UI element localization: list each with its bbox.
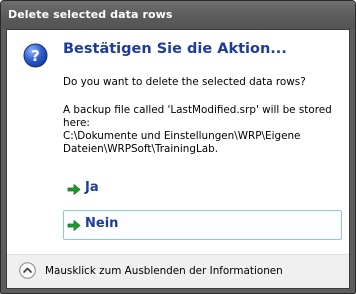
toggle-details-text[interactable]: Mausklick zum Ausblenden der Information…: [45, 265, 283, 277]
details-footer: Mausklick zum Ausblenden der Information…: [7, 254, 349, 288]
yes-command-button[interactable]: Ja: [63, 174, 342, 204]
window-title: Delete selected data rows: [8, 8, 173, 21]
chevron-up-icon[interactable]: [19, 262, 36, 279]
backup-line: here:: [63, 117, 90, 129]
no-command-button[interactable]: Nein: [63, 210, 342, 240]
backup-line: C:\Dokumente und Einstellungen\WRP\Eigen…: [63, 130, 301, 142]
delete-question-text: Do you want to delete the selected data …: [63, 76, 306, 88]
dialog-heading: Bestätigen Sie die Aktion...: [63, 41, 287, 57]
green-arrow-icon: [67, 220, 81, 231]
title-bar[interactable]: Delete selected data rows: [1, 1, 355, 29]
question-icon: ?: [23, 43, 48, 68]
backup-line: Dateien\WRPSoft\TrainingLab.: [63, 143, 219, 155]
dialog-client-area: ? Bestätigen Sie die Aktion... Do you wa…: [6, 29, 350, 289]
no-command-label: Nein: [85, 216, 119, 231]
dialog-main-panel: ? Bestätigen Sie die Aktion... Do you wa…: [7, 30, 349, 254]
svg-text:?: ?: [31, 47, 40, 65]
green-arrow-icon: [67, 184, 81, 195]
backup-info-text: A backup file called 'LastModified.srp' …: [63, 104, 332, 156]
dialog-window: Delete selected data rows ? Bestätigen S…: [0, 0, 356, 294]
yes-command-label: Ja: [85, 180, 99, 195]
backup-line: A backup file called 'LastModified.srp' …: [63, 104, 332, 116]
